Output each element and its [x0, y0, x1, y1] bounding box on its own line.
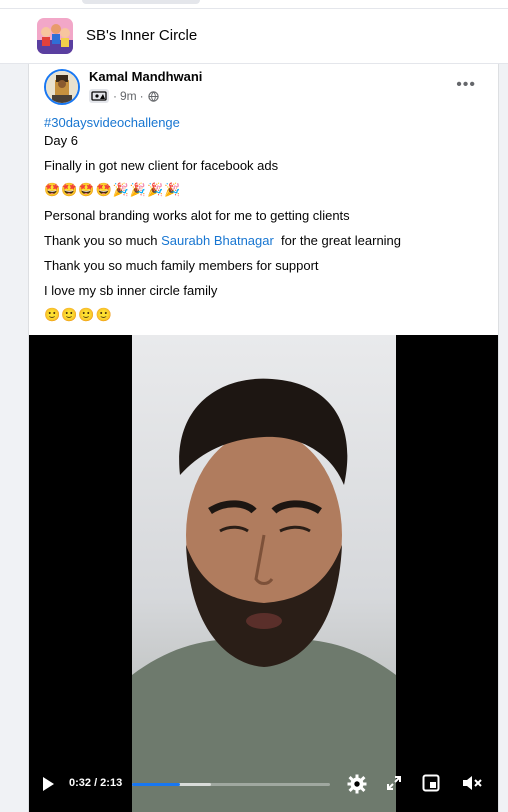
play-icon[interactable]: [41, 776, 55, 797]
top-bar-edge: [0, 0, 508, 9]
meta-separator: ·: [113, 89, 117, 103]
post-meta: · 9m ·: [89, 88, 159, 104]
video-player[interactable]: 0:32 / 2:13: [29, 335, 498, 812]
post-line-3-prefix: Thank you so much: [44, 233, 162, 248]
post-card: Kamal Mandhwani · 9m · ••• #30daysvideoc…: [28, 64, 499, 812]
member-badge-icon: [89, 89, 109, 103]
post-line-5: I love my sb inner circle family: [44, 283, 218, 298]
meta-separator-2: ·: [139, 89, 144, 103]
more-options-icon[interactable]: •••: [456, 76, 476, 94]
video-progress-bar[interactable]: [132, 783, 330, 786]
post-line-4: Thank you so much family members for sup…: [44, 258, 319, 273]
post-line-3-suffix: for the great learning: [273, 233, 402, 248]
picture-in-picture-icon[interactable]: [422, 774, 440, 797]
post-timestamp[interactable]: 9m: [120, 89, 137, 103]
video-time-display: 0:32 / 2:13: [69, 777, 123, 789]
group-header[interactable]: SB's Inner Circle: [0, 9, 508, 64]
author-avatar[interactable]: [44, 69, 80, 105]
post-line-day: Day 6: [44, 133, 78, 148]
hashtag-link[interactable]: #30daysvideochallenge: [44, 115, 180, 130]
emoji-row-2: 🙂🙂🙂🙂: [44, 307, 113, 322]
post-line-2: Personal branding works alot for me to g…: [44, 208, 350, 223]
group-name[interactable]: SB's Inner Circle: [86, 27, 197, 44]
video-progress-fill: [132, 783, 180, 786]
fullscreen-icon[interactable]: [386, 775, 402, 796]
globe-icon: [147, 90, 159, 102]
author-name[interactable]: Kamal Mandhwani: [89, 69, 202, 84]
mute-volume-icon[interactable]: [461, 774, 483, 797]
video-frame[interactable]: [132, 335, 396, 812]
post-line-3: Thank you so much Saurabh Bhatnagar for …: [44, 233, 401, 248]
mention-link[interactable]: Saurabh Bhatnagar: [161, 233, 274, 248]
search-bar-edge: [82, 0, 200, 4]
emoji-row-1: 🤩🤩🤩🤩🎉🎉🎉🎉: [44, 182, 182, 197]
group-cover-thumbnail[interactable]: [37, 18, 73, 54]
post-line-1: Finally in got new client for facebook a…: [44, 158, 279, 173]
settings-gear-icon[interactable]: [347, 774, 367, 799]
